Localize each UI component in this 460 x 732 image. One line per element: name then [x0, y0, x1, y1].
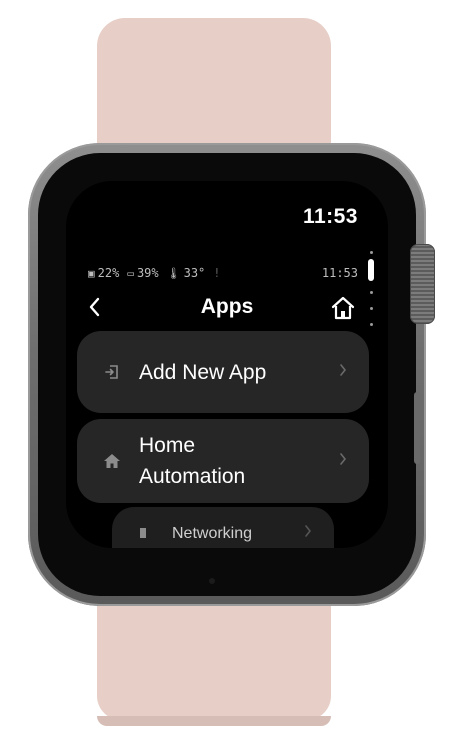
menu-item-label: Home Automation	[139, 434, 246, 488]
thermometer-icon: 🌡	[166, 266, 181, 280]
menu-item-home-automation[interactable]: Home Automation	[77, 419, 369, 503]
temperature-status: 🌡 33°	[167, 266, 206, 280]
cpu-icon: ▣	[88, 266, 95, 280]
battery-status: ▭ 39%	[127, 266, 158, 280]
cpu-value: 22%	[97, 266, 120, 280]
menu-item-add-new-app[interactable]: Add New App	[77, 331, 369, 413]
microphone-dot	[209, 578, 215, 584]
watch-band-bottom	[97, 596, 331, 726]
menu-item-networking[interactable]: Networking	[112, 507, 334, 548]
chevron-right-icon	[339, 452, 351, 471]
home-button[interactable]	[330, 295, 356, 321]
network-icon	[130, 527, 156, 539]
scroll-dot	[370, 251, 373, 254]
nav-bar: Apps	[66, 293, 388, 323]
scroll-thumb	[368, 259, 374, 281]
cpu-status: ▣ 22%	[88, 266, 119, 280]
side-button[interactable]	[414, 392, 420, 464]
house-icon	[331, 296, 355, 320]
chevron-right-icon	[304, 524, 316, 543]
battery-value: 39%	[136, 266, 159, 280]
temperature-value: 33°	[183, 266, 206, 280]
digital-crown[interactable]	[410, 244, 435, 324]
watch-screen: 11:53 ▣ 22% ▭ 39% 🌡 33° ! 11:53 Apps Add…	[66, 181, 388, 548]
system-time: 11:53	[321, 266, 358, 280]
menu-item-label: Add New App	[139, 360, 267, 384]
clock-time: 11:53	[302, 205, 358, 228]
signal-icon: !	[213, 266, 221, 280]
system-info-row: ▣ 22% ▭ 39% 🌡 33° ! 11:53	[88, 265, 358, 281]
battery-icon: ▭	[127, 266, 134, 280]
chevron-right-icon	[339, 363, 351, 382]
signal-status: !	[213, 266, 220, 280]
house-icon	[99, 453, 125, 469]
menu-item-label: Networking	[172, 524, 253, 542]
scroll-dot	[370, 323, 373, 326]
login-arrow-icon	[99, 364, 125, 380]
